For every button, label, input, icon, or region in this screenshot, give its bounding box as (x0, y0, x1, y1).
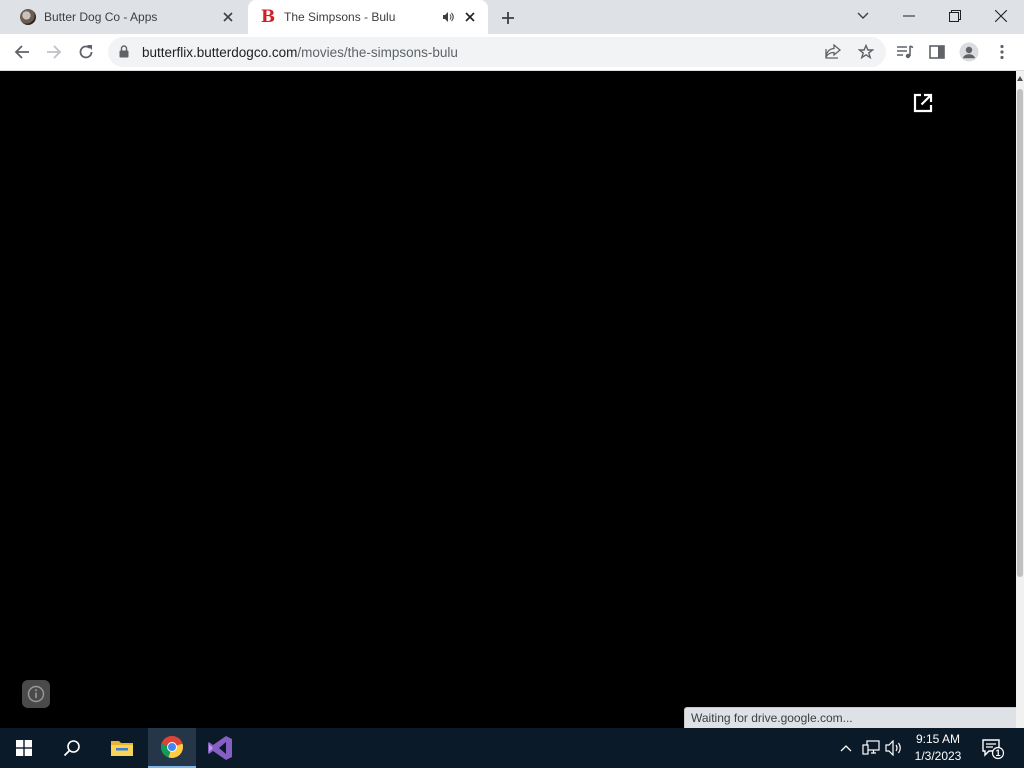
url-text[interactable]: butterflix.butterdogco.com/movies/the-si… (142, 45, 458, 60)
open-in-new-window-icon[interactable] (912, 92, 934, 114)
clock-date: 1/3/2023 (914, 749, 962, 763)
volume-icon[interactable] (884, 738, 904, 758)
search-icon[interactable] (48, 728, 96, 768)
network-icon[interactable] (861, 738, 881, 758)
close-icon[interactable] (220, 9, 236, 25)
url-path: /movies/the-simpsons-bulu (297, 45, 458, 60)
taskbar: 9:15 AM 1/3/2023 1 (0, 728, 1024, 768)
kebab-menu-icon[interactable] (988, 38, 1016, 66)
page-scrollbar[interactable] (1016, 71, 1024, 728)
video-player[interactable] (0, 71, 1016, 728)
restore-button[interactable] (932, 0, 978, 32)
system-clock[interactable]: 9:15 AM 1/3/2023 (904, 731, 972, 765)
notification-count-badge: 1 (995, 748, 1001, 758)
tab-strip: Butter Dog Co - Apps B The Simpsons - Bu… (0, 0, 1024, 34)
side-panel-icon[interactable] (923, 38, 951, 66)
info-icon[interactable] (22, 680, 50, 708)
url-host: butterflix.butterdogco.com (142, 45, 298, 60)
tab-title: The Simpsons - Bulu (284, 10, 396, 24)
butter-dog-favicon (20, 9, 36, 25)
address-bar[interactable]: butterflix.butterdogco.com/movies/the-si… (108, 37, 886, 67)
windows-start-icon[interactable] (0, 728, 48, 768)
chrome-icon[interactable] (148, 728, 196, 768)
tab-simpsons-bulu[interactable]: B The Simpsons - Bulu (248, 0, 488, 34)
tab-butter-dog-apps[interactable]: Butter Dog Co - Apps (8, 0, 246, 34)
browser-toolbar: butterflix.butterdogco.com/movies/the-si… (0, 34, 1024, 71)
share-icon[interactable] (820, 39, 846, 65)
scroll-up-arrow-icon[interactable] (1017, 76, 1023, 81)
lock-icon[interactable] (119, 45, 129, 63)
clock-time: 9:15 AM (915, 732, 961, 746)
file-explorer-icon[interactable] (98, 728, 146, 768)
chevron-up-icon[interactable] (836, 738, 856, 758)
status-bubble: Waiting for drive.google.com... (684, 707, 1016, 728)
reload-button[interactable] (72, 38, 100, 66)
profile-avatar-icon[interactable] (955, 38, 983, 66)
action-center-icon[interactable]: 1 (980, 736, 1005, 760)
tab-search-button[interactable] (840, 0, 886, 32)
minimize-button[interactable] (886, 0, 932, 32)
bookmark-star-icon[interactable] (853, 39, 879, 65)
media-control-icon[interactable] (891, 38, 919, 66)
butterflix-b-favicon: B (260, 7, 276, 27)
new-tab-button[interactable] (497, 7, 519, 29)
forward-button[interactable] (40, 38, 68, 66)
scrollbar-thumb[interactable] (1017, 89, 1023, 577)
close-window-button[interactable] (978, 0, 1024, 32)
speaker-icon[interactable] (440, 9, 456, 25)
close-icon[interactable] (462, 9, 478, 25)
back-button[interactable] (8, 38, 36, 66)
tab-title: Butter Dog Co - Apps (44, 10, 158, 24)
visual-studio-icon[interactable] (196, 728, 244, 768)
